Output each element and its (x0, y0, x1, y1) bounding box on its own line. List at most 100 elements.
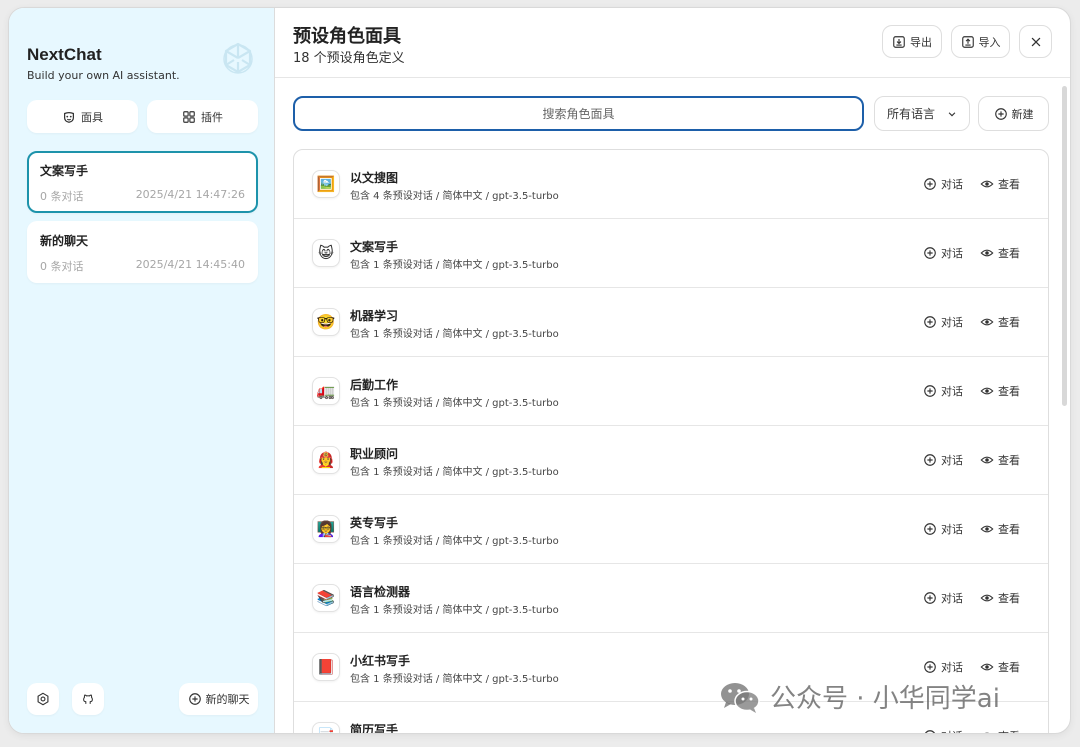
mask-chat-button[interactable]: 对话 (923, 659, 963, 675)
mask-view-button[interactable]: 查看 (980, 728, 1020, 733)
add-circle-icon (924, 592, 936, 604)
add-circle-icon (924, 178, 936, 190)
mask-view-button[interactable]: 查看 (980, 590, 1020, 606)
mask-list: 🖼️ 以文搜图 包含 4 条预设对话 / 简体中文 / gpt-3.5-turbo 对… (293, 149, 1049, 734)
mask-row: 📚 语言检测器包含 1 条预设对话 / 简体中文 / gpt-3.5-turbo 对… (294, 564, 1048, 633)
mask-info: 包含 1 条预设对话 / 简体中文 / gpt-3.5-turbo (350, 536, 559, 547)
mask-name: 语言检测器 (350, 585, 411, 599)
add-circle-icon (924, 316, 936, 328)
mask-chat-button[interactable]: 对话 (923, 452, 963, 468)
github-button[interactable] (72, 683, 104, 715)
mask-info: 包含 1 条预设对话 / 简体中文 / gpt-3.5-turbo (350, 329, 559, 340)
mask-info: 包含 1 条预设对话 / 简体中文 / gpt-3.5-turbo (350, 398, 559, 409)
eye-icon (984, 732, 990, 733)
mask-view-button[interactable]: 查看 (980, 452, 1020, 468)
mask-row: 🤓 机器学习 包含 1 条预设对话 / 简体中文 / gpt-3.5-turbo 对话… (294, 288, 1048, 357)
mask-info: 包含 4 条预设对话 / 简体中文 / gpt-3.5-turbo (350, 191, 559, 202)
mask-view-button[interactable]: 查看 (980, 659, 1020, 675)
mask-chat-label: 对话 (941, 316, 963, 329)
mask-page: 预设角色面具 18 个预设角色定义 导出 导入 所有语言 新建 🖼️ 以文搜图包含… (275, 8, 1070, 733)
github-icon (83, 694, 93, 704)
mask-avatar: 👩‍🏫 (312, 515, 340, 543)
mask-name: 小红书写手 (350, 654, 411, 668)
mask-row: 👩‍🏫 英专写手 包含 1 条预设对话 / 简体中文 / gpt-3.5-turbo… (294, 495, 1048, 564)
chat-item-time: 2025/4/21 14:47:26 (135, 188, 245, 201)
mask-view-label: 查看 (998, 454, 1020, 467)
import-button[interactable]: 导入 (951, 25, 1010, 58)
add-circle-icon (924, 247, 936, 259)
new-chat-label: 新的聊天 (205, 693, 250, 706)
mask-button-label: 面具 (81, 110, 103, 124)
mask-view-label: 查看 (998, 178, 1020, 191)
app-window: NextChat Build your own AI assistant. 面具… (8, 7, 1071, 734)
mask-row: 😸 文案写手包含 1 条预设对话 / 简体中文 / gpt-3.5-turbo 对话… (294, 219, 1048, 288)
mask-view-label: 查看 (998, 728, 1020, 733)
mask-row: 🚛 后勤工作 包含 1 条预设对话 / 简体中文 / gpt-3.5-turbo 对话… (294, 357, 1048, 426)
mask-avatar: 😸 (312, 239, 340, 267)
mask-name: 简历写手 (350, 723, 399, 734)
openai-logo-icon (223, 42, 253, 74)
eye-icon (980, 456, 994, 464)
mask-chat-button[interactable]: 对话 (923, 728, 963, 733)
scrollbar[interactable] (1062, 86, 1067, 406)
plugin-button[interactable]: 插件 (147, 100, 258, 133)
export-button[interactable]: 导出 (882, 25, 942, 58)
upload-icon (961, 35, 974, 48)
mask-chat-button[interactable]: 对话 (923, 521, 963, 537)
add-circle-icon (924, 385, 936, 397)
mask-view-label: 查看 (998, 385, 1020, 398)
language-select[interactable]: 所有语言 (874, 96, 970, 131)
mask-button[interactable]: 面具 (27, 100, 138, 133)
mask-chat-button[interactable]: 对话 (923, 245, 963, 261)
chat-item-count: 0 条对话 (40, 260, 84, 273)
eye-icon (980, 594, 994, 602)
wechat-icon (721, 682, 760, 713)
mask-name: 文案写手 (350, 240, 399, 254)
mask-view-label: 查看 (998, 523, 1020, 536)
chat-item[interactable]: 文案写手 0 条对话 2025/4/21 14:47:26 (27, 151, 258, 213)
mask-name: 职业顾问 (350, 447, 399, 461)
mask-chat-label: 对话 (941, 247, 963, 260)
mask-info: 包含 1 条预设对话 / 简体中文 / gpt-3.5-turbo (350, 605, 559, 616)
mask-view-button[interactable]: 查看 (980, 176, 1020, 192)
mask-name: 以文搜图 (350, 171, 399, 185)
mask-chat-button[interactable]: 对话 (923, 383, 963, 399)
mask-info: 包含 1 条预设对话 / 简体中文 / gpt-3.5-turbo (350, 260, 559, 271)
mask-avatar: 🤓 (312, 308, 340, 336)
mask-avatar: 📚 (312, 584, 340, 612)
settings-icon (37, 692, 49, 706)
add-circle-icon (188, 693, 201, 705)
mask-view-button[interactable]: 查看 (980, 314, 1020, 330)
mask-chat-label: 对话 (941, 385, 963, 398)
eye-icon (980, 663, 994, 671)
app-subtitle: Build your own AI assistant. (27, 69, 180, 82)
mask-chat-button[interactable]: 对话 (923, 590, 963, 606)
mask-view-button[interactable]: 查看 (980, 383, 1020, 399)
new-mask-button[interactable]: 新建 (978, 96, 1049, 131)
import-label: 导入 (978, 35, 1001, 49)
settings-button[interactable] (27, 683, 59, 715)
eye-icon (980, 387, 994, 395)
mask-view-label: 查看 (998, 247, 1020, 260)
chat-item[interactable]: 新的聊天 0 条对话 2025/4/21 14:45:40 (27, 221, 258, 283)
mask-view-button[interactable]: 查看 (980, 521, 1020, 537)
mask-view-button[interactable]: 查看 (980, 245, 1020, 261)
add-circle-icon (994, 107, 1007, 120)
new-chat-button[interactable]: 新的聊天 (179, 683, 258, 715)
mask-view-label: 查看 (998, 316, 1020, 329)
mask-chat-label: 对话 (941, 178, 963, 191)
close-button[interactable] (1019, 25, 1052, 58)
search-input[interactable] (293, 96, 864, 131)
eye-icon (980, 180, 994, 188)
sidebar: NextChat Build your own AI assistant. 面具… (9, 8, 275, 733)
mask-view-label: 查看 (998, 661, 1020, 674)
mask-chat-label: 对话 (941, 592, 963, 605)
eye-icon (980, 318, 994, 326)
mask-chat-button[interactable]: 对话 (923, 176, 963, 192)
chat-item-title: 文案写手 (40, 164, 89, 178)
watermark-text: 公众号 · 小华同学ai (770, 684, 1000, 714)
add-circle-icon (925, 730, 935, 733)
mask-chat-button[interactable]: 对话 (923, 314, 963, 330)
mask-view-label: 查看 (998, 592, 1020, 605)
app-title: NextChat (27, 45, 102, 64)
